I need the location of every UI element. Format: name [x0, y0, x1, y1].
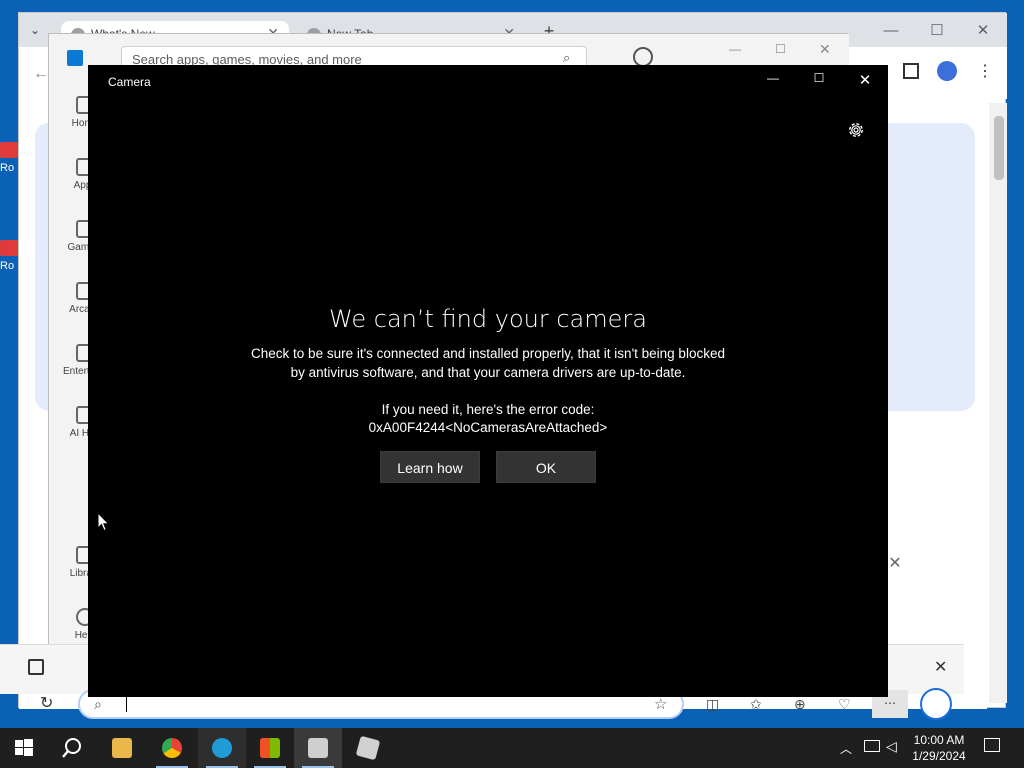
error-message-line-2: by antivirus software, and that your cam…	[290, 365, 686, 380]
error-code-intro: If you need it, here's the error code:	[381, 402, 595, 417]
taskbar-search-button[interactable]	[48, 728, 96, 768]
close-icon[interactable]: ✕	[842, 71, 888, 91]
store-maximize-icon[interactable]: ☐	[775, 42, 786, 56]
browser-essentials-icon[interactable]: ♡	[838, 696, 851, 713]
maximize-icon[interactable]: ☐	[796, 71, 842, 91]
taskbar-microsoft-store[interactable]	[246, 728, 294, 768]
split-screen-icon[interactable]: ◫	[706, 696, 719, 713]
roblox-icon	[355, 735, 381, 761]
system-tray: ︿ ◁ 10:00 AM 1/29/2024	[836, 728, 1024, 768]
clock-date: 1/29/2024	[912, 749, 966, 763]
error-code: 0xA00F4244<NoCamerasAreAttached>	[368, 420, 608, 435]
edge-icon	[212, 738, 232, 758]
ok-button[interactable]: OK	[496, 451, 596, 483]
volume-muted-icon[interactable]: ◁	[886, 738, 897, 755]
minimize-icon[interactable]: —	[750, 71, 796, 91]
start-button[interactable]	[0, 728, 48, 768]
clock-time: 10:00 AM	[913, 733, 965, 747]
profile-avatar-icon[interactable]	[937, 61, 957, 81]
close-bar-icon[interactable]: ✕	[934, 657, 947, 677]
favorites-icon[interactable]: ✩	[750, 696, 762, 713]
desktop-icon-roblox-2[interactable]: Ro	[0, 240, 18, 272]
settings-gear-icon[interactable]	[846, 120, 866, 140]
taskbar-edge[interactable]	[198, 728, 246, 768]
back-arrow-icon[interactable]: ←	[33, 65, 49, 83]
browser-minimize-icon[interactable]: —	[881, 21, 901, 41]
tab-search-chevron-icon[interactable]: ⌄	[25, 23, 45, 41]
file-explorer-icon	[112, 738, 132, 758]
error-heading: We can’t find your camera	[329, 305, 647, 333]
search-icon	[62, 738, 81, 758]
store-close-icon[interactable]: ✕	[819, 41, 831, 58]
mouse-cursor-icon	[97, 512, 111, 532]
clock[interactable]: 10:00 AM 1/29/2024	[908, 732, 970, 764]
taskbar-roblox[interactable]	[344, 728, 392, 768]
scrollbar-thumb[interactable]	[994, 116, 1004, 180]
roblox-icon	[0, 142, 18, 158]
notifications-icon[interactable]	[984, 738, 1000, 752]
taskbar-camera[interactable]	[294, 728, 342, 768]
search-icon: ⌕	[94, 696, 102, 712]
sidebar-icon[interactable]	[903, 63, 919, 79]
window-title: Camera	[108, 75, 151, 89]
browser-maximize-icon[interactable]: ☐	[927, 21, 947, 41]
menu-kebab-icon[interactable]: ⋮	[977, 61, 993, 81]
chevron-up-icon[interactable]: ︿	[840, 740, 852, 757]
camera-icon	[308, 738, 328, 758]
camera-window: Camera — ☐ ✕ We can’t find your camera C…	[88, 65, 888, 697]
text-caret	[126, 696, 127, 712]
microsoft-store-icon	[260, 738, 280, 758]
windows-logo-icon	[15, 739, 33, 756]
roblox-icon	[0, 240, 18, 256]
taskbar-chrome[interactable]	[148, 728, 196, 768]
page-scrollbar[interactable]	[989, 103, 1007, 703]
taskbar-file-explorer[interactable]	[98, 728, 146, 768]
store-logo-icon	[67, 50, 83, 66]
refresh-icon[interactable]: ↻	[40, 693, 53, 713]
store-minimize-icon[interactable]: —	[729, 42, 741, 56]
dismiss-close-icon[interactable]: ✕	[885, 553, 905, 573]
tab-actions-icon[interactable]	[28, 659, 44, 675]
desktop-icon-roblox-1[interactable]: Ro	[0, 142, 18, 174]
copilot-icon[interactable]	[920, 688, 952, 720]
desktop-icon-label: Ro	[0, 260, 15, 272]
learn-how-button[interactable]: Learn how	[380, 451, 480, 483]
search-icon[interactable]: ⌕	[563, 50, 570, 66]
desktop-icon-label: Ro	[0, 162, 15, 174]
error-message-line-1: Check to be sure it's connected and inst…	[251, 346, 725, 361]
account-icon[interactable]	[633, 47, 653, 67]
chrome-icon	[162, 738, 182, 758]
taskbar: ︿ ◁ 10:00 AM 1/29/2024	[0, 728, 1024, 768]
network-icon[interactable]	[864, 740, 880, 752]
favorite-star-icon[interactable]: ☆	[654, 695, 667, 713]
collections-icon[interactable]: ⊕	[794, 696, 806, 713]
browser-close-icon[interactable]: ✕	[973, 21, 993, 41]
